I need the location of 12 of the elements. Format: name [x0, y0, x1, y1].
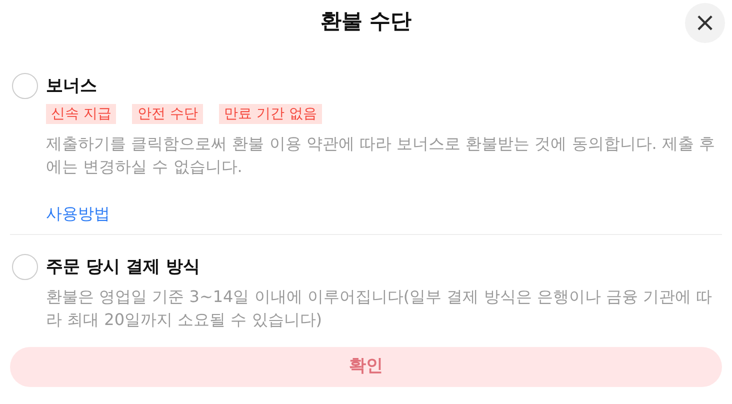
description-text: 제출하기를 클릭함으로써 환불 이용 약관에 따라 보너스로 환불받는 것에 동의합니다. 제출 후에는 변경하실 수 없습니다. — [46, 133, 716, 178]
radio-button[interactable] — [12, 254, 38, 280]
tag: 만료 기간 없음 — [218, 104, 322, 124]
radio-button[interactable] — [12, 73, 38, 99]
description-text: 환불은 영업일 기준 3~14일 이내에 이루어집니다(일부 결제 방식은 은행이나 금융 기관에 따라 최대 20일까지 소요될 수 있습니다) — [46, 286, 714, 331]
option-label: 보너스 — [46, 75, 98, 98]
dialog-title: 환불 수단 — [320, 8, 412, 36]
tag: 신속 지급 — [46, 104, 116, 124]
close-button[interactable]: × — [685, 3, 725, 43]
tag: 안전 수단 — [132, 104, 203, 124]
how-to-use-link[interactable]: 사용방법 — [46, 204, 110, 223]
option-label: 주문 당시 결제 방식 — [46, 256, 201, 279]
